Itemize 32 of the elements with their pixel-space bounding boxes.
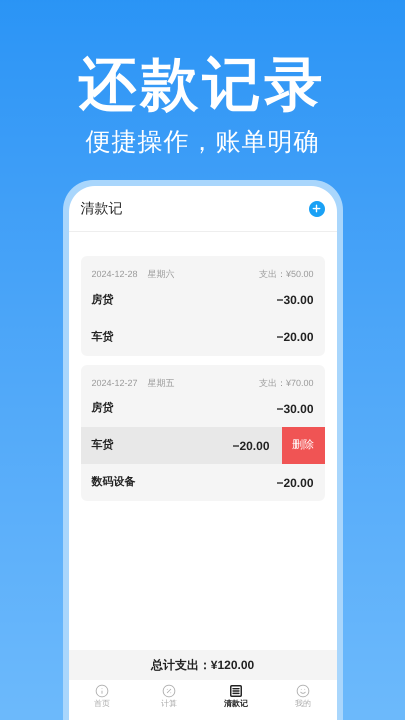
day-total: 支出：¥70.00 <box>258 376 314 390</box>
tab-icon <box>296 684 310 698</box>
plus-icon <box>311 203 322 214</box>
payment-amount: −20.00 <box>276 474 314 492</box>
summary-bar: 总计支出：¥120.00 <box>68 650 336 680</box>
payment-amount: −30.00 <box>276 400 314 418</box>
day-total: 支出：¥50.00 <box>258 268 314 281</box>
payment-amount: −20.00 <box>276 329 314 346</box>
app-title: 清款记 <box>80 199 122 218</box>
tab-icon <box>162 684 176 698</box>
payment-amount: −20.00 <box>232 438 270 454</box>
payment-name: 房贷 <box>90 400 114 416</box>
payment-row[interactable]: 房贷 −30.00 <box>80 390 324 427</box>
payment-row[interactable]: 车贷 −20.00 <box>80 318 324 356</box>
tab-icon <box>95 684 109 698</box>
payment-name: 车贷 <box>90 330 114 345</box>
hero-title: 还款记录 <box>78 52 326 118</box>
payment-row[interactable]: 房贷 −30.00 <box>80 282 324 318</box>
payment-name: 数码设备 <box>90 475 136 490</box>
weekday-text: 星期五 <box>148 376 175 390</box>
tab-icon <box>229 684 243 698</box>
payment-name: 房贷 <box>90 292 114 308</box>
payment-row[interactable]: 车贷 −20.00 删除 <box>80 427 324 464</box>
payment-row[interactable]: 数码设备 −20.00 <box>80 464 324 501</box>
tab-item[interactable]: 清款记 <box>202 684 270 720</box>
payment-name: 车贷 <box>90 438 114 454</box>
hero-subtitle: 便捷操作，账单明确 <box>86 127 320 158</box>
add-button[interactable] <box>308 200 324 216</box>
payment-amount: −30.00 <box>276 292 314 309</box>
date-text: 2024-12-28 <box>92 268 138 281</box>
date-text: 2024-12-27 <box>92 376 138 390</box>
weekday-text: 星期六 <box>148 268 175 281</box>
